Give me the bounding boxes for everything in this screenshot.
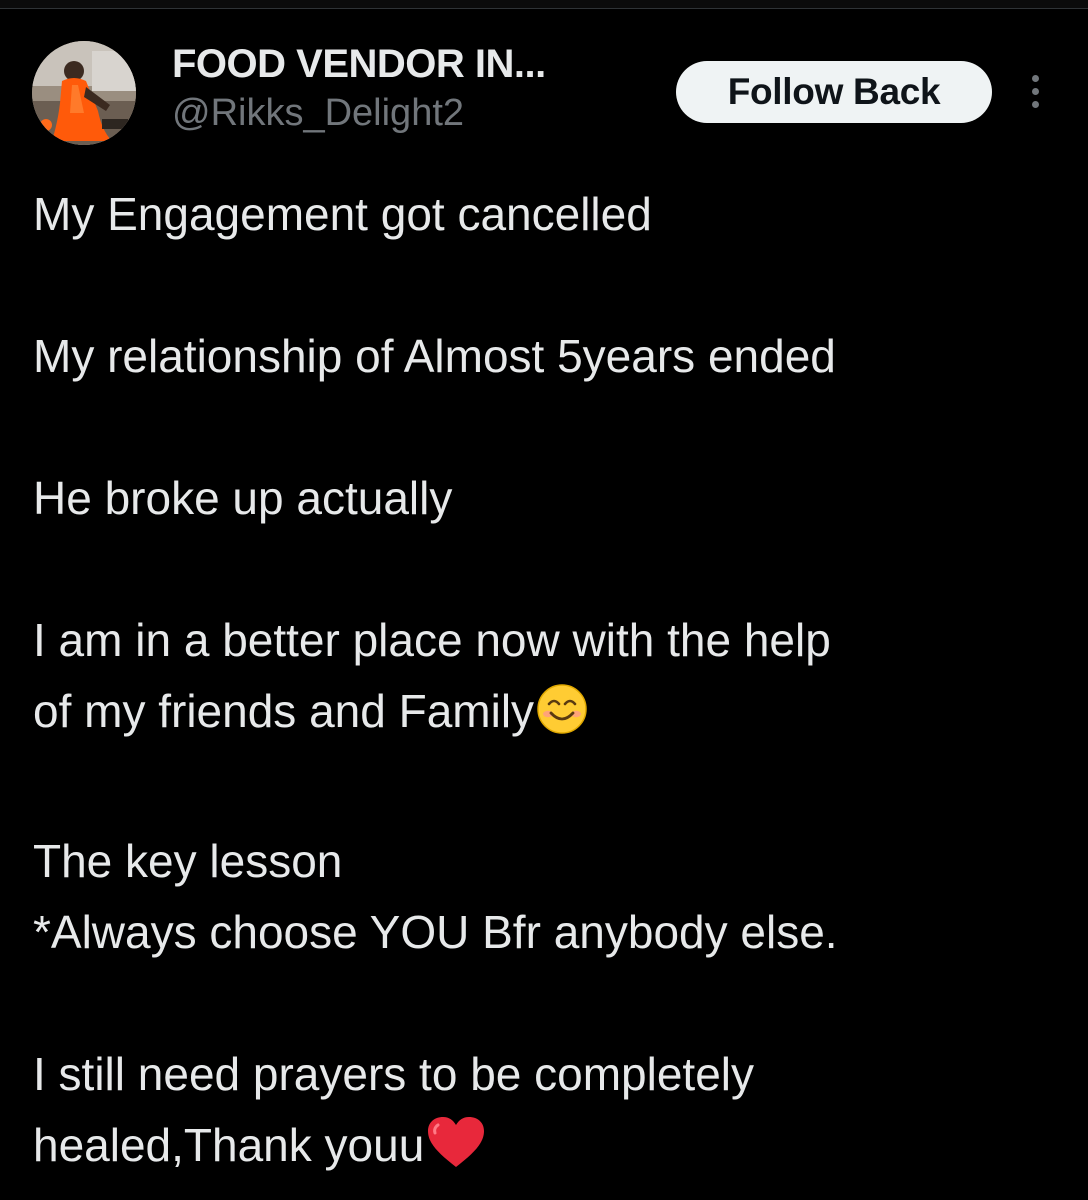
tweet-line: My relationship of Almost 5years ended (33, 330, 836, 382)
avatar-photo-icon (32, 41, 136, 145)
tweet-line: I am in a better place now with the help (33, 614, 831, 666)
tweet-line-text: healed,Thank youu (33, 1119, 425, 1171)
tweet-line: I still need prayers to be completely (33, 1048, 755, 1100)
tweet-line-text: of my friends and Family (33, 685, 535, 737)
tweet-line: He broke up actually (33, 472, 453, 524)
tweet-line-with-emoji: healed,Thank youu (33, 1110, 1063, 1189)
more-dot (1031, 75, 1039, 82)
tweet-line: My Engagement got cancelled (33, 188, 652, 240)
tweet-line: The key lesson (33, 835, 343, 887)
red-heart-emoji-icon (426, 1115, 486, 1189)
author-display-name[interactable]: FOOD VENDOR IN... (172, 39, 546, 89)
more-dot (1031, 101, 1039, 108)
tweet-text: My Engagement got cancelled My relations… (33, 179, 1063, 1189)
top-divider (0, 0, 1088, 9)
more-dot (1031, 88, 1039, 95)
follow-back-button[interactable]: Follow Back (676, 61, 992, 123)
tweet-line-with-emoji: of my friends and Family (33, 676, 1063, 755)
smiling-face-emoji-icon (536, 683, 588, 755)
tweet-header: FOOD VENDOR IN... @Rikks_Delight2 Follow… (30, 39, 1060, 149)
author-handle[interactable]: @Rikks_Delight2 (172, 89, 546, 137)
avatar[interactable] (32, 41, 136, 145)
more-options-icon[interactable] (1018, 71, 1052, 115)
tweet-line: *Always choose YOU Bfr anybody else. (33, 906, 838, 958)
author-names: FOOD VENDOR IN... @Rikks_Delight2 (172, 39, 546, 137)
tweet-card: FOOD VENDOR IN... @Rikks_Delight2 Follow… (0, 9, 1088, 1200)
